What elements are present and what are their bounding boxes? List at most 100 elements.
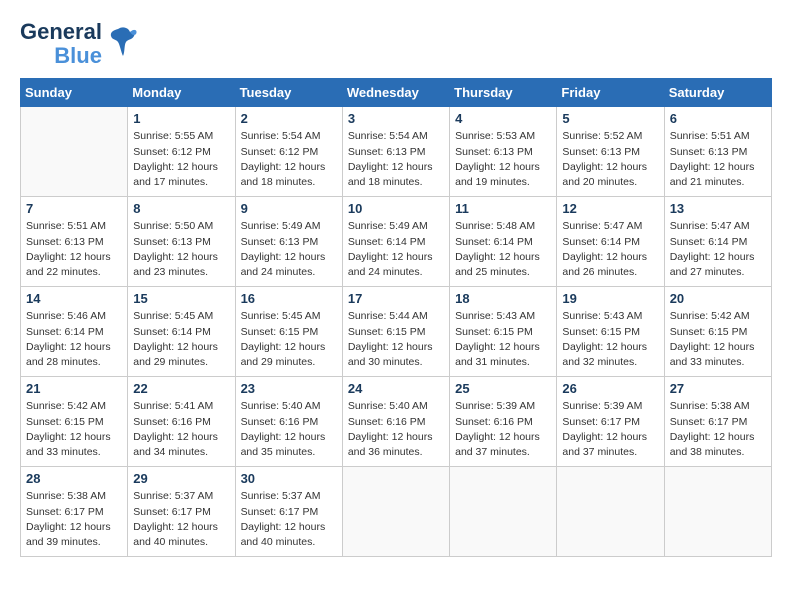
day-info: Sunrise: 5:51 AMSunset: 6:13 PMDaylight:… — [26, 219, 122, 280]
day-info: Sunrise: 5:39 AMSunset: 6:17 PMDaylight:… — [562, 399, 658, 460]
day-number: 14 — [26, 291, 122, 306]
day-number: 18 — [455, 291, 551, 306]
day-info: Sunrise: 5:37 AMSunset: 6:17 PMDaylight:… — [241, 489, 337, 550]
day-info: Sunrise: 5:50 AMSunset: 6:13 PMDaylight:… — [133, 219, 229, 280]
calendar-cell: 11 Sunrise: 5:48 AMSunset: 6:14 PMDayligh… — [450, 197, 557, 287]
calendar-cell — [557, 467, 664, 557]
calendar-cell: 21 Sunrise: 5:42 AMSunset: 6:15 PMDayligh… — [21, 377, 128, 467]
day-info: Sunrise: 5:48 AMSunset: 6:14 PMDaylight:… — [455, 219, 551, 280]
day-number: 8 — [133, 201, 229, 216]
day-number: 17 — [348, 291, 444, 306]
calendar-cell: 18 Sunrise: 5:43 AMSunset: 6:15 PMDayligh… — [450, 287, 557, 377]
day-info: Sunrise: 5:54 AMSunset: 6:12 PMDaylight:… — [241, 129, 337, 190]
calendar-cell: 7 Sunrise: 5:51 AMSunset: 6:13 PMDaylight… — [21, 197, 128, 287]
day-info: Sunrise: 5:43 AMSunset: 6:15 PMDaylight:… — [562, 309, 658, 370]
day-number: 21 — [26, 381, 122, 396]
calendar-cell: 27 Sunrise: 5:38 AMSunset: 6:17 PMDayligh… — [664, 377, 771, 467]
day-number: 30 — [241, 471, 337, 486]
day-number: 9 — [241, 201, 337, 216]
day-number: 2 — [241, 111, 337, 126]
day-number: 4 — [455, 111, 551, 126]
calendar-cell: 22 Sunrise: 5:41 AMSunset: 6:16 PMDayligh… — [128, 377, 235, 467]
day-number: 28 — [26, 471, 122, 486]
day-number: 12 — [562, 201, 658, 216]
calendar-cell: 3 Sunrise: 5:54 AMSunset: 6:13 PMDaylight… — [342, 107, 449, 197]
day-info: Sunrise: 5:53 AMSunset: 6:13 PMDaylight:… — [455, 129, 551, 190]
calendar-week-row: 28 Sunrise: 5:38 AMSunset: 6:17 PMDayligh… — [21, 467, 772, 557]
logo: General Blue — [20, 20, 138, 68]
logo-bird-icon — [108, 24, 138, 65]
logo-text-general: General — [20, 20, 102, 44]
day-number: 5 — [562, 111, 658, 126]
calendar-week-row: 14 Sunrise: 5:46 AMSunset: 6:14 PMDayligh… — [21, 287, 772, 377]
day-info: Sunrise: 5:38 AMSunset: 6:17 PMDaylight:… — [670, 399, 766, 460]
col-header-sunday: Sunday — [21, 79, 128, 107]
calendar-cell: 26 Sunrise: 5:39 AMSunset: 6:17 PMDayligh… — [557, 377, 664, 467]
calendar-week-row: 7 Sunrise: 5:51 AMSunset: 6:13 PMDaylight… — [21, 197, 772, 287]
calendar-cell — [21, 107, 128, 197]
calendar-cell: 8 Sunrise: 5:50 AMSunset: 6:13 PMDaylight… — [128, 197, 235, 287]
day-number: 26 — [562, 381, 658, 396]
day-info: Sunrise: 5:41 AMSunset: 6:16 PMDaylight:… — [133, 399, 229, 460]
calendar-cell: 16 Sunrise: 5:45 AMSunset: 6:15 PMDayligh… — [235, 287, 342, 377]
day-info: Sunrise: 5:47 AMSunset: 6:14 PMDaylight:… — [670, 219, 766, 280]
calendar-cell: 25 Sunrise: 5:39 AMSunset: 6:16 PMDayligh… — [450, 377, 557, 467]
calendar-cell: 30 Sunrise: 5:37 AMSunset: 6:17 PMDayligh… — [235, 467, 342, 557]
calendar-cell: 1Sunrise: 5:55 AMSunset: 6:12 PMDaylight… — [128, 107, 235, 197]
col-header-wednesday: Wednesday — [342, 79, 449, 107]
day-info: Sunrise: 5:52 AMSunset: 6:13 PMDaylight:… — [562, 129, 658, 190]
day-number: 27 — [670, 381, 766, 396]
day-number: 16 — [241, 291, 337, 306]
day-info: Sunrise: 5:45 AMSunset: 6:14 PMDaylight:… — [133, 309, 229, 370]
day-info: Sunrise: 5:54 AMSunset: 6:13 PMDaylight:… — [348, 129, 444, 190]
day-number: 11 — [455, 201, 551, 216]
calendar-table: SundayMondayTuesdayWednesdayThursdayFrid… — [20, 78, 772, 557]
calendar-cell: 10Sunrise: 5:49 AMSunset: 6:14 PMDayligh… — [342, 197, 449, 287]
day-number: 22 — [133, 381, 229, 396]
day-number: 6 — [670, 111, 766, 126]
day-number: 7 — [26, 201, 122, 216]
day-info: Sunrise: 5:46 AMSunset: 6:14 PMDaylight:… — [26, 309, 122, 370]
day-number: 15 — [133, 291, 229, 306]
calendar-cell: 6Sunrise: 5:51 AMSunset: 6:13 PMDaylight… — [664, 107, 771, 197]
day-info: Sunrise: 5:49 AMSunset: 6:13 PMDaylight:… — [241, 219, 337, 280]
day-info: Sunrise: 5:38 AMSunset: 6:17 PMDaylight:… — [26, 489, 122, 550]
calendar-cell: 20Sunrise: 5:42 AMSunset: 6:15 PMDayligh… — [664, 287, 771, 377]
day-number: 13 — [670, 201, 766, 216]
day-info: Sunrise: 5:43 AMSunset: 6:15 PMDaylight:… — [455, 309, 551, 370]
day-number: 10 — [348, 201, 444, 216]
col-header-friday: Friday — [557, 79, 664, 107]
calendar-header-row: SundayMondayTuesdayWednesdayThursdayFrid… — [21, 79, 772, 107]
day-info: Sunrise: 5:42 AMSunset: 6:15 PMDaylight:… — [670, 309, 766, 370]
calendar-week-row: 1Sunrise: 5:55 AMSunset: 6:12 PMDaylight… — [21, 107, 772, 197]
day-info: Sunrise: 5:55 AMSunset: 6:12 PMDaylight:… — [133, 129, 229, 190]
day-number: 3 — [348, 111, 444, 126]
page-header: General Blue — [20, 20, 772, 68]
calendar-cell: 23 Sunrise: 5:40 AMSunset: 6:16 PMDayligh… — [235, 377, 342, 467]
day-info: Sunrise: 5:42 AMSunset: 6:15 PMDaylight:… — [26, 399, 122, 460]
logo-text-blue: Blue — [54, 44, 102, 68]
day-number: 24 — [348, 381, 444, 396]
calendar-cell — [342, 467, 449, 557]
col-header-saturday: Saturday — [664, 79, 771, 107]
day-number: 29 — [133, 471, 229, 486]
calendar-cell: 9 Sunrise: 5:49 AMSunset: 6:13 PMDaylight… — [235, 197, 342, 287]
calendar-cell: 17Sunrise: 5:44 AMSunset: 6:15 PMDayligh… — [342, 287, 449, 377]
calendar-cell: 19 Sunrise: 5:43 AMSunset: 6:15 PMDayligh… — [557, 287, 664, 377]
day-number: 25 — [455, 381, 551, 396]
day-info: Sunrise: 5:45 AMSunset: 6:15 PMDaylight:… — [241, 309, 337, 370]
day-number: 19 — [562, 291, 658, 306]
calendar-cell: 24 Sunrise: 5:40 AMSunset: 6:16 PMDayligh… — [342, 377, 449, 467]
day-info: Sunrise: 5:39 AMSunset: 6:16 PMDaylight:… — [455, 399, 551, 460]
calendar-cell: 14 Sunrise: 5:46 AMSunset: 6:14 PMDayligh… — [21, 287, 128, 377]
calendar-cell: 13 Sunrise: 5:47 AMSunset: 6:14 PMDayligh… — [664, 197, 771, 287]
day-number: 23 — [241, 381, 337, 396]
calendar-cell: 29 Sunrise: 5:37 AMSunset: 6:17 PMDayligh… — [128, 467, 235, 557]
calendar-cell: 2 Sunrise: 5:54 AMSunset: 6:12 PMDaylight… — [235, 107, 342, 197]
day-info: Sunrise: 5:37 AMSunset: 6:17 PMDaylight:… — [133, 489, 229, 550]
day-info: Sunrise: 5:40 AMSunset: 6:16 PMDaylight:… — [348, 399, 444, 460]
day-info: Sunrise: 5:40 AMSunset: 6:16 PMDaylight:… — [241, 399, 337, 460]
calendar-cell: 15 Sunrise: 5:45 AMSunset: 6:14 PMDayligh… — [128, 287, 235, 377]
col-header-monday: Monday — [128, 79, 235, 107]
calendar-week-row: 21 Sunrise: 5:42 AMSunset: 6:15 PMDayligh… — [21, 377, 772, 467]
